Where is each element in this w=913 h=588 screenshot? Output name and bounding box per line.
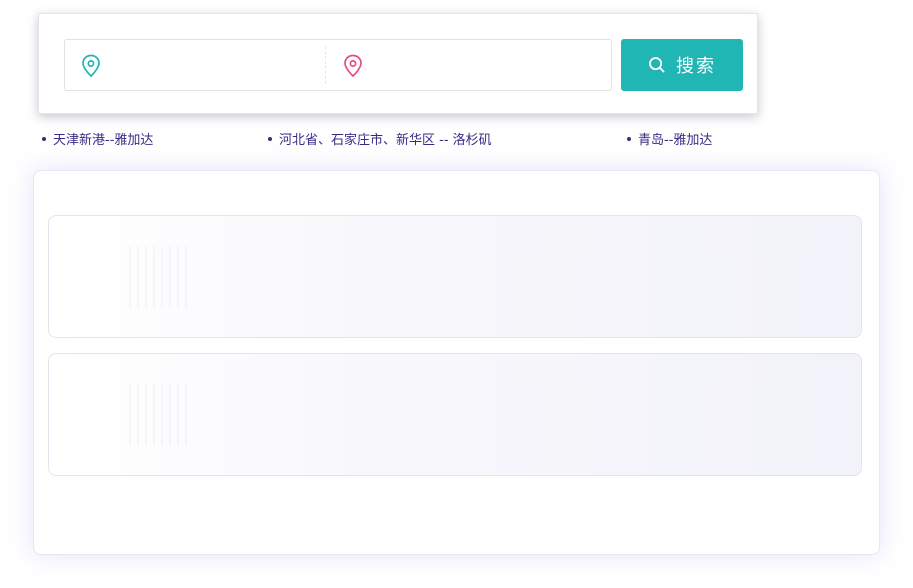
destination-field[interactable] — [327, 40, 611, 90]
popular-routes: 天津新港--雅加达 河北省、石家庄市、新华区 -- 洛杉矶 青岛--雅加达 — [0, 129, 913, 149]
skeleton-placeholder — [129, 246, 189, 308]
results-panel — [33, 170, 880, 555]
skeleton-placeholder — [129, 384, 189, 446]
field-divider — [325, 46, 326, 84]
search-button[interactable]: 搜索 — [621, 39, 743, 91]
popular-route-label: 河北省、石家庄市、新华区 -- 洛杉矶 — [279, 133, 492, 148]
bullet — [268, 136, 272, 141]
destination-location-pin-icon — [344, 54, 362, 78]
popular-route-item[interactable]: 河北省、石家庄市、新华区 -- 洛杉矶 — [268, 129, 492, 148]
origin-field[interactable] — [65, 40, 325, 90]
bullet — [627, 136, 631, 141]
destination-input[interactable] — [373, 48, 597, 84]
popular-route-item[interactable]: 青岛--雅加达 — [627, 129, 712, 148]
origin-input[interactable] — [111, 48, 315, 84]
loading-skeleton-card — [48, 215, 862, 338]
bullet — [42, 136, 46, 141]
loading-skeleton-card — [48, 353, 862, 476]
popular-route-label: 青岛--雅加达 — [638, 133, 713, 148]
search-button-label: 搜索 — [676, 56, 716, 77]
popular-route-item[interactable]: 天津新港--雅加达 — [42, 129, 153, 148]
search-card: 搜索 — [38, 13, 758, 114]
route-input-group — [64, 39, 612, 91]
origin-location-pin-icon — [82, 54, 100, 78]
search-icon — [649, 57, 665, 73]
popular-route-label: 天津新港--雅加达 — [53, 133, 154, 148]
